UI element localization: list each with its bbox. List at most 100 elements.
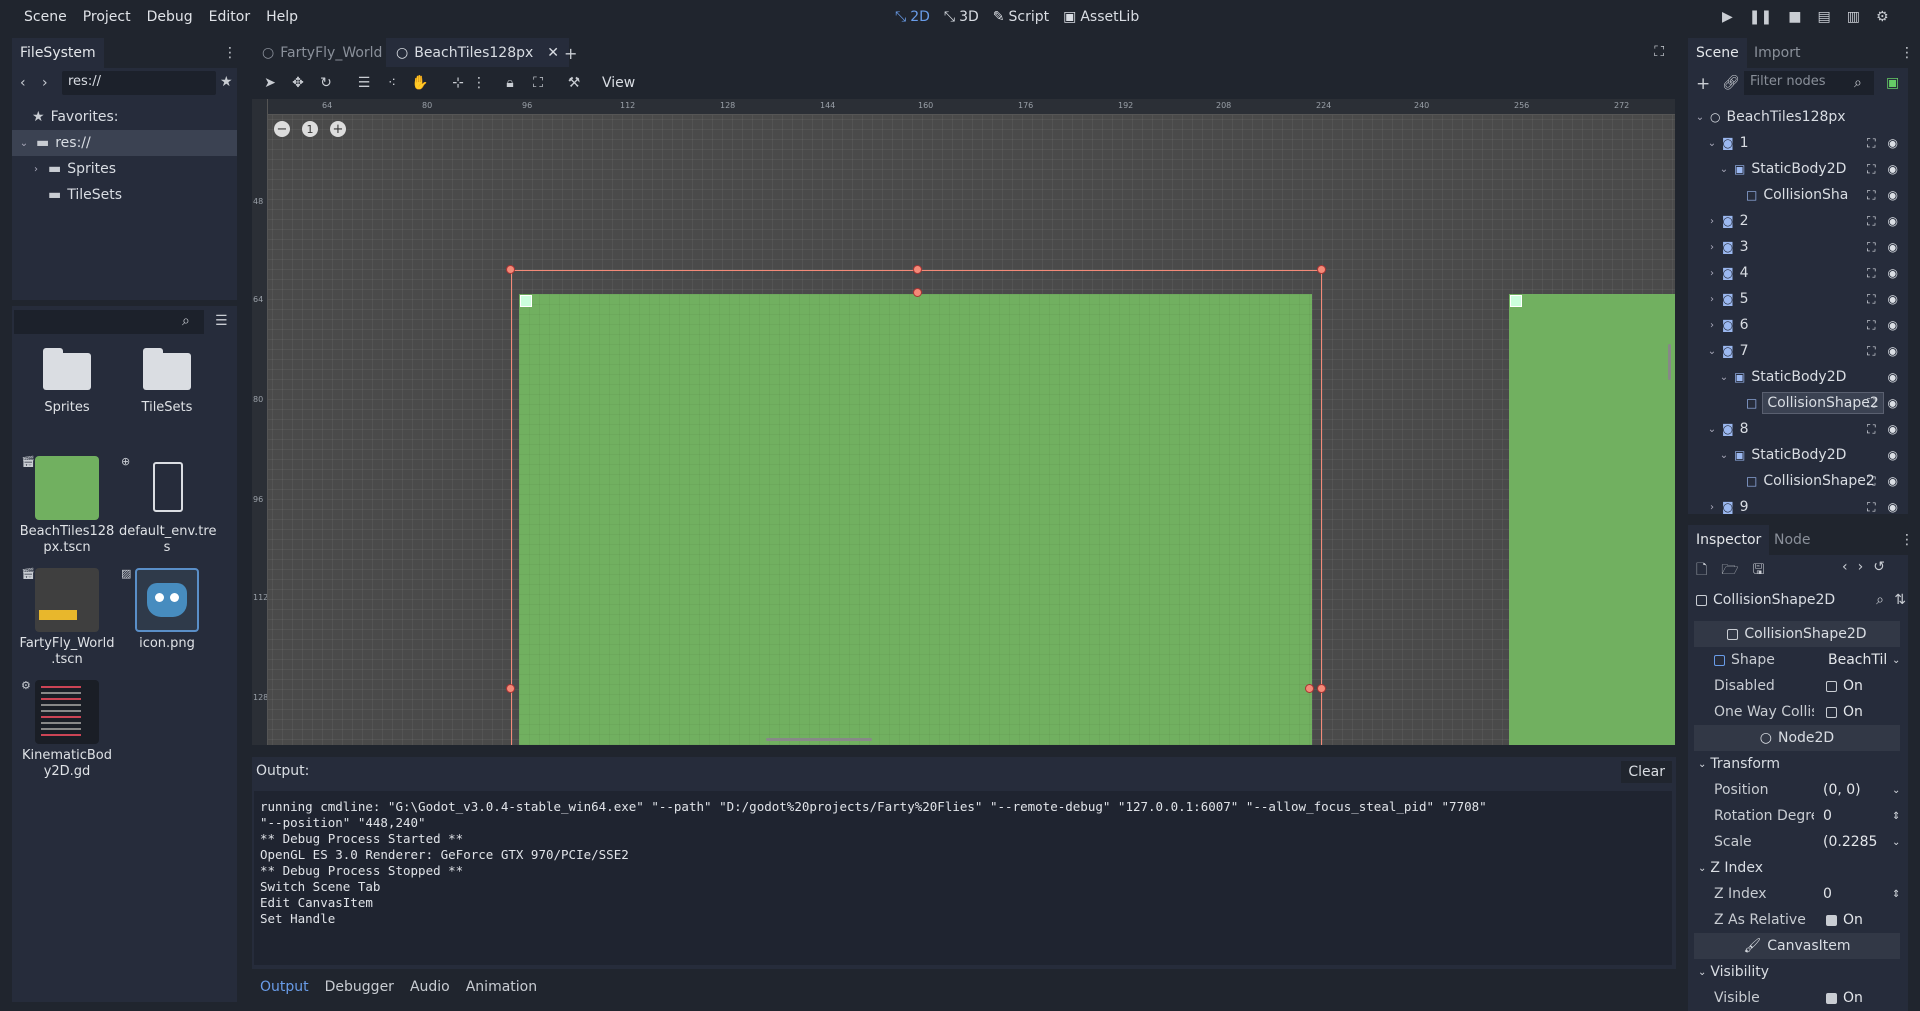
property-position[interactable]: Position (0, 0) ⌄ [1688,777,1908,803]
chevron-down-icon[interactable]: ⌄ [1706,346,1718,357]
fullscreen-icon[interactable]: ⛶ [1654,44,1664,60]
group-icon[interactable]: ⛶ [1867,292,1875,307]
visibility-eye-icon[interactable]: ◉ [1888,162,1898,177]
group-icon[interactable]: ⛶ [1867,136,1875,151]
visibility-eye-icon[interactable]: ◉ [1888,474,1898,489]
new-resource-icon[interactable]: 🗋︎ [1696,559,1707,583]
move-tool-icon[interactable]: ✥ [284,69,312,97]
zoom-out-icon[interactable]: − [274,121,290,137]
tab-fartyfly-world[interactable]: ○ FartyFly_World [252,38,392,68]
visibility-eye-icon[interactable]: ◉ [1888,396,1898,411]
file-item-default-env[interactable]: ⊕ default_env.tre s [119,455,216,556]
tree-item-sprites[interactable]: › ▬ Sprites [12,156,237,182]
resize-handle[interactable] [506,684,515,693]
tab-audio[interactable]: Audio [402,979,458,995]
chevron-down-icon[interactable]: ⌄ [1718,372,1730,383]
chevron-down-icon[interactable]: ⌄ [1892,785,1900,796]
history-back-icon[interactable]: ‹ [1842,559,1848,575]
mode-3d-button[interactable]: ⤡ 3D [937,0,986,34]
resize-handle[interactable] [1305,684,1314,693]
menu-dots-icon[interactable]: ⋮ [1900,532,1914,548]
file-item-fartyfly-world[interactable]: 🎬︎ FartyFly_World .tscn [19,567,115,668]
search-icon[interactable]: ⌕ [182,313,190,329]
rotation-value[interactable]: 0 [1823,808,1893,824]
chevron-right-icon[interactable]: › [1706,268,1718,279]
file-item-tilesets[interactable]: TileSets [119,348,215,416]
search-icon[interactable]: ⌕ [1854,75,1862,91]
z-relative-checkbox[interactable] [1826,914,1837,926]
menu-dots-icon[interactable]: ⋮ [1900,45,1914,61]
group-icon[interactable]: ⛶ [1867,162,1875,177]
tree-item-tilesets[interactable]: ▬ TileSets [12,182,237,208]
open-folder-icon[interactable]: 🗁︎ [1721,559,1738,583]
visibility-eye-icon[interactable]: ◉ [1888,214,1898,229]
section-visibility[interactable]: ⌄ Visibility [1694,959,1900,985]
scene-node-body[interactable]: ⌄ ▣ StaticBody2D ◉ [1688,442,1908,468]
pause-icon[interactable]: ❚❚ [1749,9,1772,25]
play-scene-icon[interactable]: ▤ [1817,9,1830,25]
inspector-object-bar[interactable]: CollisionShape2D ⌕ ⇅ [1696,587,1906,613]
stop-icon[interactable]: ■ [1788,9,1801,25]
group-icon[interactable]: ⛶ [1867,266,1875,281]
menu-debug[interactable]: Debug [139,0,201,34]
output-console[interactable]: running cmdline: "G:\Godot_v3.0.4-stable… [254,791,1672,965]
group-icon[interactable]: ⛶ [1867,214,1875,229]
visibility-eye-icon[interactable]: ◉ [1888,344,1898,359]
z-index-value[interactable]: 0 [1823,886,1893,902]
visibility-eye-icon[interactable]: ◉ [1888,136,1898,151]
favorites-item[interactable]: ★ Favorites: [12,104,237,130]
chevron-down-icon[interactable]: ⌄ [1706,138,1718,149]
horizontal-scrollbar[interactable] [766,738,872,741]
menu-editor[interactable]: Editor [201,0,258,34]
chevron-right-icon[interactable]: › [1706,216,1718,227]
forward-icon[interactable]: › [42,75,48,91]
list-view-icon[interactable]: ☰ [215,313,228,329]
section-z-index[interactable]: ⌄ Z Index [1694,855,1900,881]
chevron-down-icon[interactable]: ⌄ [1718,164,1730,175]
group-icon[interactable]: ⛶ [1867,474,1875,489]
tab-beachtiles128px[interactable]: ○ BeachTiles128px ✕ [386,38,570,68]
group-icon[interactable]: ⛶ [1867,422,1875,437]
group-icon[interactable]: ⛶ [1867,344,1875,359]
chevron-down-icon[interactable]: ⌄ [1694,112,1706,123]
group-icon[interactable]: ⛶ [1867,318,1875,333]
visibility-eye-icon[interactable]: ◉ [1888,240,1898,255]
play-custom-scene-icon[interactable]: ▥ [1847,9,1860,25]
scene-node-sprite[interactable]: › ◙ 3 ⛶ ◉ [1688,234,1908,260]
property-one-way-collision[interactable]: One Way Collisi On [1688,699,1908,725]
property-rotation[interactable]: Rotation Degre 0 ⇕ [1688,803,1908,829]
resize-handle[interactable] [1317,684,1326,693]
property-shape[interactable]: Shape BeachTil ⌄ [1688,647,1908,673]
clear-button[interactable]: Clear [1621,761,1672,783]
tab-node[interactable]: Node [1766,525,1819,555]
tab-animation[interactable]: Animation [458,979,545,995]
tree-item-res[interactable]: ⌄ ▬ res:// [12,130,237,156]
snap-options-icon[interactable]: ⋮ [472,69,486,97]
group-icon[interactable]: ⛶ [1867,188,1875,203]
scene-node-sprite[interactable]: ⌄ ◙ 7 ⛶ ◉ [1688,338,1908,364]
tab-scene[interactable]: Scene [1688,38,1747,68]
chevron-right-icon[interactable]: › [1706,320,1718,331]
snap-icon[interactable]: ⊹ [444,69,472,97]
zoom-reset-button[interactable]: 1 [302,121,318,137]
scene-node-shape[interactable]: □ CollisionShape2 ⛶ ◉ [1688,468,1908,494]
chevron-right-icon[interactable]: › [1706,502,1718,513]
scene-node-sprite[interactable]: › ◙ 4 ⛶ ◉ [1688,260,1908,286]
scene-node-sprite[interactable]: › ◙ 9 ⛶ ◉ [1688,494,1908,514]
scene-node-sprite[interactable]: ⌄ ◙ 8 ⛶ ◉ [1688,416,1908,442]
object-tools-icon[interactable]: ⇅ [1894,592,1906,608]
mode-script-button[interactable]: ✎ Script [986,0,1056,34]
star-icon[interactable]: ★ [220,74,233,90]
visibility-eye-icon[interactable]: ◉ [1888,500,1898,515]
search-icon[interactable]: ⌕ [1876,592,1884,608]
visible-checkbox[interactable] [1826,992,1837,1004]
select-tool-icon[interactable]: ➤ [256,69,284,97]
section-transform[interactable]: ⌄ Transform [1694,751,1900,777]
one-way-checkbox[interactable] [1826,706,1837,718]
pivot-tool-icon[interactable]: ⁖ [378,69,406,97]
property-visible[interactable]: Visible On [1688,985,1908,1011]
save-icon[interactable]: 🖫︎ [1753,559,1765,583]
bone-icon[interactable]: ⚒ [560,69,588,97]
visibility-eye-icon[interactable]: ◉ [1888,188,1898,203]
chevron-right-icon[interactable]: › [1706,242,1718,253]
